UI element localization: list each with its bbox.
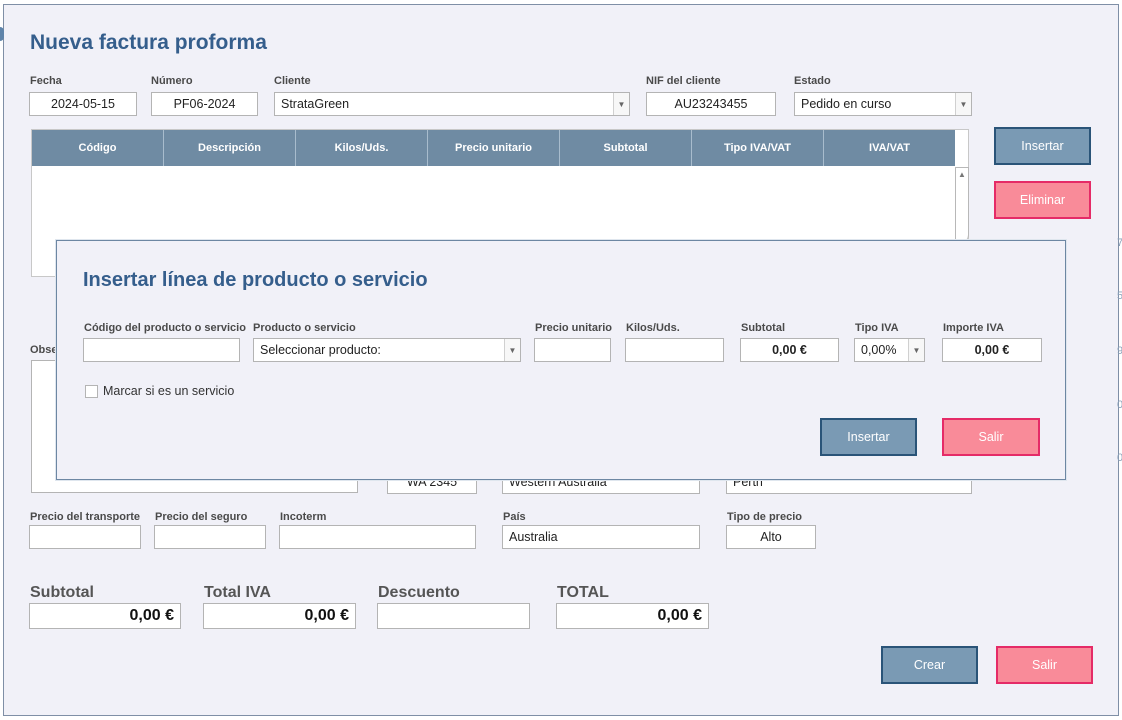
codigo-label: Código del producto o servicio — [84, 322, 246, 334]
background-edge-fragment: 0 — [1117, 399, 1122, 411]
numero-label: Número — [151, 75, 193, 87]
exit-button[interactable]: Salir — [996, 646, 1093, 684]
column-header-iva[interactable]: IVA/VAT — [824, 130, 955, 166]
insert-line-dialog: Insertar línea de producto o servicio Có… — [56, 240, 1066, 480]
tipo-iva-value: 0,00% — [861, 343, 897, 357]
chevron-down-icon[interactable]: ▼ — [955, 93, 971, 115]
lines-table-header: Código Descripción Kilos/Uds. Precio uni… — [32, 130, 955, 166]
background-edge-fragment: 5 — [1117, 290, 1122, 302]
precio-seguro-field[interactable] — [154, 525, 266, 549]
chevron-down-icon[interactable]: ▼ — [908, 339, 924, 361]
cliente-value: StrataGreen — [281, 97, 350, 111]
chevron-down-icon[interactable]: ▼ — [504, 339, 520, 361]
importe-iva-label: Importe IVA — [943, 322, 1004, 334]
kilos-field[interactable] — [625, 338, 724, 362]
tipo-precio-field[interactable]: Alto — [726, 525, 816, 549]
table-scrollbar[interactable]: ▲ — [955, 167, 969, 241]
delete-line-button[interactable]: Eliminar — [994, 181, 1091, 219]
importe-iva-value: 0,00 € — [942, 338, 1042, 362]
producto-value: Seleccionar producto: — [260, 343, 381, 357]
nif-field[interactable]: AU23243455 — [646, 92, 776, 116]
page-title: Nueva factura proforma — [30, 31, 267, 54]
pais-field[interactable]: Australia — [502, 525, 700, 549]
dialog-exit-button[interactable]: Salir — [942, 418, 1040, 456]
precio-transporte-label: Precio del transporte — [30, 511, 141, 523]
codigo-field[interactable] — [83, 338, 240, 362]
estado-label: Estado — [794, 75, 831, 87]
fecha-label: Fecha — [30, 75, 62, 87]
column-header-subtotal[interactable]: Subtotal — [560, 130, 692, 166]
tipo-iva-label: Tipo IVA — [855, 322, 899, 334]
servicio-checkbox[interactable] — [85, 385, 98, 398]
total-label: TOTAL — [557, 584, 609, 601]
subtotal-label: Subtotal — [30, 584, 94, 601]
subtotal-dialog-label: Subtotal — [741, 322, 785, 334]
producto-label: Producto o servicio — [253, 322, 356, 334]
cliente-select[interactable]: StrataGreen ▼ — [274, 92, 630, 116]
column-header-precio-unitario[interactable]: Precio unitario — [428, 130, 560, 166]
background-edge-fragment: 0 — [1117, 452, 1122, 464]
subtotal-dialog-value: 0,00 € — [740, 338, 839, 362]
precio-transporte-field[interactable] — [29, 525, 141, 549]
servicio-checkbox-label[interactable]: Marcar si es un servicio — [103, 384, 234, 398]
column-header-kilos[interactable]: Kilos/Uds. — [296, 130, 428, 166]
total-value: 0,00 € — [556, 603, 709, 629]
cliente-label: Cliente — [274, 75, 311, 87]
background-edge-fragment: 7 — [1117, 237, 1122, 249]
observaciones-label: Obse — [30, 344, 58, 356]
total-iva-label: Total IVA — [204, 584, 271, 601]
column-header-tipo-iva[interactable]: Tipo IVA/VAT — [692, 130, 824, 166]
fecha-field[interactable]: 2024-05-15 — [29, 92, 137, 116]
chevron-down-icon[interactable]: ▼ — [613, 93, 629, 115]
background-edge-fragment: 9 — [1117, 345, 1122, 357]
pais-label: País — [503, 511, 526, 523]
scroll-up-icon[interactable]: ▲ — [956, 168, 968, 182]
column-header-descripcion[interactable]: Descripción — [164, 130, 296, 166]
precio-seguro-label: Precio del seguro — [155, 511, 248, 523]
precio-unitario-label: Precio unitario — [535, 322, 613, 334]
incoterm-field[interactable] — [279, 525, 476, 549]
insert-line-button[interactable]: Insertar — [994, 127, 1091, 165]
dialog-insert-button[interactable]: Insertar — [820, 418, 917, 456]
create-button[interactable]: Crear — [881, 646, 978, 684]
estado-value: Pedido en curso — [801, 97, 892, 111]
subtotal-value: 0,00 € — [29, 603, 181, 629]
precio-unitario-field[interactable] — [534, 338, 611, 362]
nif-label: NIF del cliente — [646, 75, 721, 87]
descuento-field[interactable] — [377, 603, 530, 629]
background-window-edge — [0, 27, 4, 41]
tipo-precio-label: Tipo de precio — [727, 511, 802, 523]
descuento-label: Descuento — [378, 584, 460, 601]
column-header-codigo[interactable]: Código — [32, 130, 164, 166]
estado-select[interactable]: Pedido en curso ▼ — [794, 92, 972, 116]
dialog-title: Insertar línea de producto o servicio — [83, 269, 428, 291]
kilos-label: Kilos/Uds. — [626, 322, 680, 334]
numero-field[interactable]: PF06-2024 — [151, 92, 258, 116]
total-iva-value: 0,00 € — [203, 603, 356, 629]
incoterm-label: Incoterm — [280, 511, 327, 523]
producto-select[interactable]: Seleccionar producto: ▼ — [253, 338, 521, 362]
tipo-iva-select[interactable]: 0,00% ▼ — [854, 338, 925, 362]
